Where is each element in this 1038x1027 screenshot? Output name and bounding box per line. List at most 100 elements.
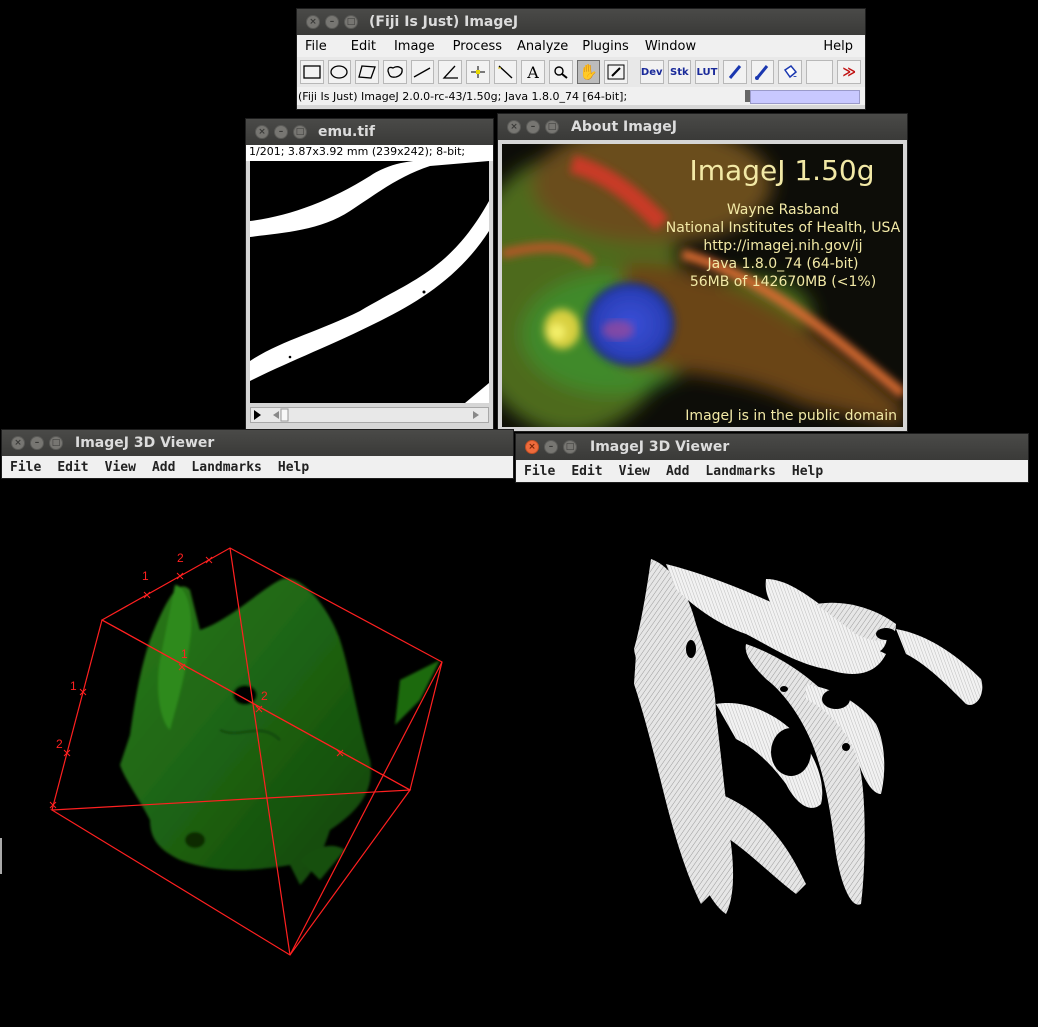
color-picker-tool-icon[interactable] <box>604 60 628 84</box>
maximize-button[interactable]: □ <box>344 15 358 29</box>
menu-edit[interactable]: Edit <box>335 39 384 54</box>
emu-image-canvas[interactable] <box>250 156 489 403</box>
landmark-label: 2 <box>56 737 63 751</box>
line-tool-icon[interactable] <box>410 60 435 84</box>
oval-tool-icon[interactable] <box>327 60 352 84</box>
menu-file[interactable]: File <box>297 39 335 54</box>
hand-tool-icon[interactable]: ✋ <box>576 60 601 84</box>
viewer-right-menubar: File Edit View Add Landmarks Help <box>516 460 1028 482</box>
menu-help[interactable]: Help <box>815 39 865 54</box>
angle-tool-icon[interactable] <box>438 60 462 84</box>
about-line-author: Wayne Rasband <box>726 202 840 218</box>
viewer-left-canvas[interactable]: 1 2 1 1 2 2 <box>0 480 514 1023</box>
viewer-right-canvas[interactable] <box>516 484 1038 1023</box>
window-title: emu.tif <box>318 124 375 140</box>
about-footer: ImageJ is in the public domain <box>685 408 897 424</box>
maximize-button[interactable]: □ <box>49 436 63 450</box>
viewer-left-menubar: File Edit View Add Landmarks Help <box>2 456 513 478</box>
green-isosurface <box>120 578 440 885</box>
about-heading: ImageJ 1.50g <box>689 154 875 187</box>
image-info-line: 1/201; 3.87x3.92 mm (239x242); 8-bit; <box>246 145 493 161</box>
viewer-left-title-bar[interactable]: × – □ ImageJ 3D Viewer <box>2 430 513 456</box>
menu-view[interactable]: View <box>611 464 658 479</box>
about-line-url[interactable]: http://imagej.nih.gov/ij <box>668 238 898 254</box>
menu-image[interactable]: Image <box>384 39 443 54</box>
play-icon <box>254 410 261 420</box>
text-tool-icon[interactable]: A <box>521 60 545 84</box>
menu-edit[interactable]: Edit <box>49 460 96 475</box>
pencil-tool-icon[interactable] <box>722 60 747 84</box>
minimize-button[interactable]: – <box>325 15 339 29</box>
menu-analyze[interactable]: Analyze <box>510 39 576 54</box>
maximize-button[interactable]: □ <box>293 125 307 139</box>
stk-menu-tool[interactable]: Stk <box>667 60 692 84</box>
minimize-button[interactable]: – <box>30 436 44 450</box>
close-button[interactable]: × <box>507 120 521 134</box>
close-button[interactable]: × <box>255 125 269 139</box>
menu-add[interactable]: Add <box>144 460 183 475</box>
menu-view[interactable]: View <box>97 460 144 475</box>
more-tools-icon[interactable]: ≫ <box>837 60 862 84</box>
lut-menu-tool[interactable]: LUT <box>695 60 719 84</box>
imagej-title-bar[interactable]: × – □ (Fiji Is Just) ImageJ <box>297 9 865 35</box>
empty-tool-slot <box>805 60 834 84</box>
menu-help[interactable]: Help <box>784 464 831 479</box>
window-title: ImageJ 3D Viewer <box>75 435 215 451</box>
maximize-button[interactable]: □ <box>563 440 577 454</box>
maximize-button[interactable]: □ <box>545 120 559 134</box>
close-button[interactable]: × <box>306 15 320 29</box>
about-title-bar[interactable]: × – □ About ImageJ <box>498 114 907 140</box>
menu-plugins[interactable]: Plugins <box>576 39 637 54</box>
landmark-label: 2 <box>177 551 184 565</box>
emu-image-window: × – □ emu.tif 1/201; 3.87x3.92 mm (239x2… <box>246 119 493 429</box>
about-line-institute: National Institutes of Health, USA <box>665 220 901 236</box>
menu-process[interactable]: Process <box>443 39 510 54</box>
imagej-main-window: × – □ (Fiji Is Just) ImageJ File Edit Im… <box>297 9 865 109</box>
edge-marker <box>0 838 2 874</box>
window-title: About ImageJ <box>571 119 677 135</box>
magnifier-tool-icon[interactable] <box>548 60 573 84</box>
menu-file[interactable]: File <box>2 460 49 475</box>
window-title: ImageJ 3D Viewer <box>590 439 730 455</box>
main-toolbar: A ✋ Dev Stk LUT ≫ <box>297 57 865 87</box>
about-line-memory: 56MB of 142670MB (<1%) <box>689 274 877 290</box>
menu-file[interactable]: File <box>516 464 563 479</box>
menu-edit[interactable]: Edit <box>563 464 610 479</box>
rectangle-tool-icon[interactable] <box>300 60 324 84</box>
status-text: (Fiji Is Just) ImageJ 2.0.0-rc-43/1.50g;… <box>298 89 628 103</box>
status-line: (Fiji Is Just) ImageJ 2.0.0-rc-43/1.50g;… <box>297 87 865 105</box>
menu-window[interactable]: Window <box>637 39 704 54</box>
wand-tool-icon[interactable] <box>493 60 518 84</box>
point-tool-icon[interactable] <box>465 60 490 84</box>
polygon-tool-icon[interactable] <box>355 60 379 84</box>
minimize-button[interactable]: – <box>274 125 288 139</box>
about-line-java: Java 1.8.0_74 (64-bit) <box>707 256 859 272</box>
landmark-label: 2 <box>261 689 268 703</box>
close-button[interactable]: × <box>525 440 539 454</box>
menu-landmarks[interactable]: Landmarks <box>697 464 783 479</box>
main-menubar: File Edit Image Process Analyze Plugins … <box>297 35 865 57</box>
freehand-tool-icon[interactable] <box>382 60 407 84</box>
minimize-button[interactable]: – <box>544 440 558 454</box>
landmark-label: 1 <box>181 647 188 661</box>
menu-help[interactable]: Help <box>270 460 317 475</box>
about-cell-image: ImageJ 1.50g Wayne Rasband National Inst… <box>462 124 907 434</box>
window-title: (Fiji Is Just) ImageJ <box>369 14 519 30</box>
close-button[interactable]: × <box>11 436 25 450</box>
brush-tool-icon[interactable] <box>750 60 775 84</box>
landmark-label: 1 <box>70 679 77 693</box>
progress-bar <box>750 90 860 104</box>
landmark-label: 1 <box>142 569 149 583</box>
slice-scrollbar[interactable] <box>250 407 489 423</box>
emu-title-bar[interactable]: × – □ emu.tif <box>246 119 493 145</box>
flood-fill-tool-icon[interactable] <box>778 60 802 84</box>
viewer-3d-left-window: × – □ ImageJ 3D Viewer File Edit View Ad… <box>2 430 513 478</box>
bone-isosurface <box>634 559 983 914</box>
viewer-right-title-bar[interactable]: × – □ ImageJ 3D Viewer <box>516 434 1028 460</box>
about-imagej-window: × – □ About ImageJ ImageJ 1.50g Wayne Ra… <box>462 114 907 434</box>
menu-landmarks[interactable]: Landmarks <box>183 460 269 475</box>
viewer-3d-right-window: × – □ ImageJ 3D Viewer File Edit View Ad… <box>516 434 1028 482</box>
dev-menu-tool[interactable]: Dev <box>639 60 664 84</box>
menu-add[interactable]: Add <box>658 464 697 479</box>
minimize-button[interactable]: – <box>526 120 540 134</box>
